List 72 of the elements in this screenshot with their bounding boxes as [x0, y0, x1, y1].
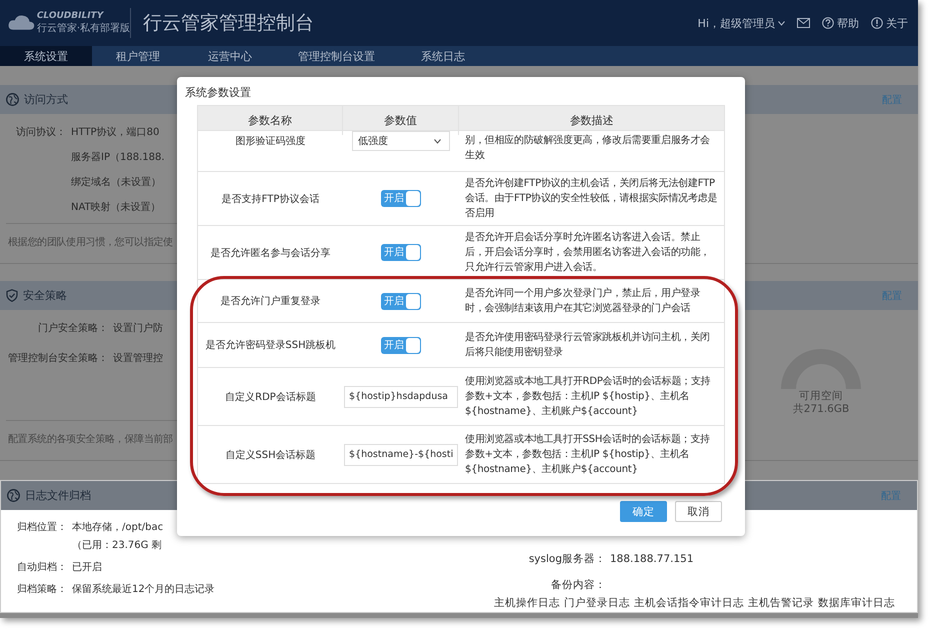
- field-label: 备份内容：: [550, 578, 606, 593]
- section-hint: 根据您的团队使用习惯，您可以指定使: [8, 237, 173, 248]
- section-title: 日志文件归档: [25, 488, 91, 503]
- backup-item: 主机会话指令审计日志: [634, 596, 744, 611]
- section-title: 访问方式: [24, 92, 68, 107]
- input-field[interactable]: ${hostname}-${hosti: [344, 444, 458, 466]
- info-icon: [871, 17, 883, 29]
- param-description: 是否允许创建FTP协议的主机会话，关闭后将无法创建FTP会话。由于FTP协议的安全性较低，请根据实际情况考虑是否启用: [464, 176, 718, 221]
- field-value: 188.188.77.151: [610, 552, 694, 567]
- param-description: 使用浏览器或本地工具打开RDP会话时的会话标题；支持参数+文本，参数包括：主机IP ${hostip}、主机名${hostname}、主机账户${account}: [464, 374, 712, 419]
- cancel-button[interactable]: 取消: [675, 501, 722, 522]
- nav-tab[interactable]: 运营中心: [184, 46, 276, 66]
- param-name: 是否允许门户重复登录: [220, 294, 322, 309]
- param-name: 是否允许匿名参与会话分享: [210, 246, 332, 260]
- chevron-down-icon: [778, 20, 785, 26]
- backup-item: 主机操作日志: [494, 596, 560, 611]
- shield-icon: [6, 289, 18, 302]
- param-name: 是否支持FTP协议会话: [220, 192, 320, 206]
- dialog-title: 系统参数设置: [185, 85, 252, 101]
- field-value: 设置门户防: [113, 322, 163, 336]
- column-header: 参数值: [343, 106, 459, 135]
- field-value: 设置管理控: [113, 352, 163, 366]
- column-header: 参数名称: [198, 106, 343, 135]
- param-name: 自定义RDP会话标题: [224, 390, 317, 404]
- field-value: NAT映射（未设置）: [71, 200, 162, 215]
- nav-tab[interactable]: 租户管理: [92, 46, 184, 66]
- about-link[interactable]: 关于: [871, 16, 908, 30]
- param-name: 是否允许密码登录SSH跳板机: [204, 338, 337, 353]
- field-label: 归档位置：: [17, 520, 67, 535]
- field-label: syslog服务器：: [528, 552, 606, 567]
- field-label: 归档策略：: [17, 582, 67, 597]
- param-description: 是否允许开启会话分享时允许匿名访客进入会话。禁止后，开启会话分享时，会禁用匿名访客进入会话的功能，只允许行云管家用户进入会话。: [464, 230, 712, 275]
- field-value: （已用：23.76G 剩: [72, 539, 163, 553]
- input-field[interactable]: ${hostip}hsdapdusa: [344, 386, 458, 408]
- backup-item: 数据库审计日志: [818, 596, 895, 611]
- param-description: 是否允许使用密码登录行云管家跳板机并访问主机，关闭后将只能使用密钥登录: [464, 330, 712, 360]
- field-value: 已开启: [72, 560, 103, 575]
- backup-item: 门户登录日志: [564, 596, 630, 611]
- help-icon: [822, 17, 834, 29]
- user-menu[interactable]: Hi，超级管理员: [698, 16, 785, 30]
- section-hint: 配置系统的各项安全策略，保障当前部: [8, 434, 173, 445]
- app-title: 行云管家管理控制台: [143, 11, 314, 36]
- param-description: 别，但相应的防破解强度更高，修改后需要重启服务才会生效: [464, 134, 712, 163]
- gauge-label: 可用空间: [799, 390, 843, 403]
- globe-icon: [6, 93, 19, 106]
- mail-icon[interactable]: [797, 18, 810, 28]
- logo-brand: CLOUDBILITY: [36, 11, 105, 21]
- field-value: HTTP协议，端口80: [71, 126, 160, 140]
- logo-subtitle: 行云管家·私有部署版: [36, 22, 130, 35]
- param-name: 图形验证码强度: [234, 134, 306, 149]
- field-value: 服务器IP（188.188.: [71, 151, 165, 165]
- chevron-down-icon: [434, 138, 441, 144]
- field-value: 本地存储，/opt/bac: [72, 520, 164, 535]
- column-header: 参数描述: [568, 113, 614, 129]
- field-value: 保留系统最近12个月的日志记录: [72, 582, 215, 597]
- help-link[interactable]: 帮助: [822, 16, 859, 30]
- field-value: 绑定域名（未设置）: [71, 176, 162, 190]
- param-description: 使用浏览器或本地工具打开SSH会话时的会话标题；支持参数+文本，参数包括：主机IP ${hostip}、主机名${hostname}、主机账户${account}: [464, 432, 712, 477]
- param-name: 自定义SSH会话标题: [224, 448, 317, 462]
- nav-tab[interactable]: 系统设置: [0, 46, 92, 66]
- backup-item: 主机告警记录: [748, 596, 814, 611]
- field-label: 访问协议：: [16, 126, 66, 140]
- nav-tab[interactable]: 管理控制台设置: [276, 46, 397, 66]
- section-title: 安全策略: [23, 288, 67, 303]
- strength-select[interactable]: 低强度: [352, 131, 450, 151]
- field-label: 门户安全策略：: [37, 322, 108, 336]
- field-label: 自动归档：: [17, 560, 67, 575]
- field-label: 管理控制台安全策略：: [8, 352, 108, 366]
- gauge-total: 共271.6GB: [792, 403, 850, 416]
- param-description: 是否允许同一个用户多次登录门户，禁止后，用户登录时，会强制结束该用户在其它浏览器登录的门户会话: [464, 286, 702, 316]
- globe-icon: [7, 489, 20, 502]
- nav-tab[interactable]: 系统日志: [397, 46, 489, 66]
